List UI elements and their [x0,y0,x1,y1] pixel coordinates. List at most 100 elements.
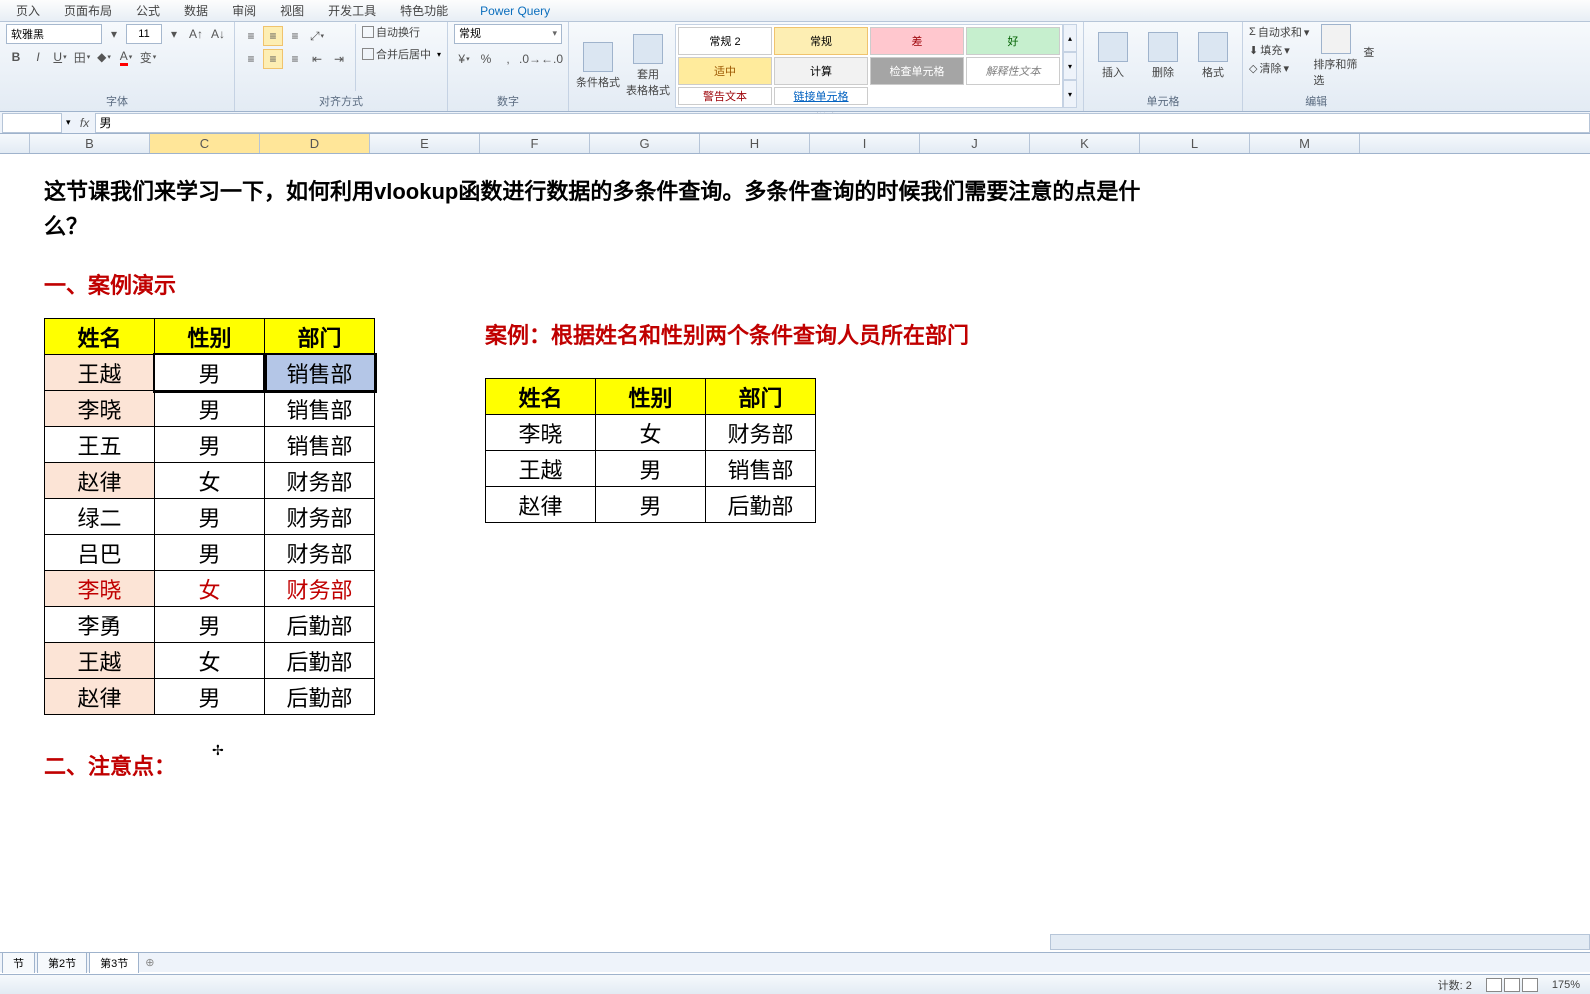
dropdown-icon[interactable]: ▾ [164,24,184,44]
cell-dept[interactable]: 后勤部 [265,607,375,643]
cell-gender[interactable]: 男 [155,535,265,571]
font-name-combo[interactable] [6,24,102,44]
cell-name[interactable]: 王越 [45,355,155,391]
cell-name[interactable]: 赵律 [486,487,596,523]
table-row[interactable]: 李晓男销售部 [45,391,375,427]
cell-gender[interactable]: 女 [155,643,265,679]
cell-styles-gallery[interactable]: 常规 2 常规 差 好 适中 计算 检查单元格 解释性文本 警告文本 链接单元格 [675,24,1063,108]
table-row[interactable]: 王越男销售部 [486,451,816,487]
indent-right-icon[interactable]: ⇥ [329,49,349,69]
table-row[interactable]: 吕巴男财务部 [45,535,375,571]
col-header[interactable]: B [30,134,150,153]
style-swatch[interactable]: 好 [966,27,1060,55]
cell-name[interactable]: 吕巴 [45,535,155,571]
insert-button[interactable]: 插入 [1090,24,1136,88]
find-button[interactable]: 查 [1363,24,1383,60]
style-swatch[interactable]: 链接单元格 [774,87,868,105]
table-row[interactable]: 李晓女财务部 [486,415,816,451]
cell-dept[interactable]: 财务部 [706,415,816,451]
table-header[interactable]: 性别 [596,379,706,415]
cell-gender[interactable]: 男 [155,427,265,463]
cell-name[interactable]: 王五 [45,427,155,463]
col-header[interactable]: D [260,134,370,153]
table-header[interactable]: 部门 [706,379,816,415]
cell-dept[interactable]: 财务部 [265,463,375,499]
cell-gender[interactable]: 女 [596,415,706,451]
cell-name[interactable]: 李勇 [45,607,155,643]
decrease-font-icon[interactable]: A↓ [208,24,228,44]
table-header[interactable]: 部门 [265,319,375,355]
number-format-combo[interactable]: 常规 [454,24,562,44]
comma-icon[interactable]: , [498,49,518,69]
table-row[interactable]: 李晓女财务部 [45,571,375,607]
menu-item[interactable]: 页面布局 [52,2,124,19]
align-left-icon[interactable]: ≡ [241,49,261,69]
cell-name[interactable]: 李晓 [45,571,155,607]
percent-icon[interactable]: % [476,49,496,69]
cell-gender[interactable]: 男 [155,391,265,427]
col-header[interactable]: J [920,134,1030,153]
menu-item[interactable]: 特色功能 [388,2,460,19]
align-center-icon[interactable]: ≡ [263,49,283,69]
table-header[interactable]: 姓名 [486,379,596,415]
cell-dept[interactable]: 销售部 [265,391,375,427]
cell-dept[interactable]: 财务部 [265,571,375,607]
formula-input[interactable]: 男 [95,113,1590,133]
fill-color-button[interactable]: ◆▾ [94,47,114,67]
table-row[interactable]: 李勇男后勤部 [45,607,375,643]
menu-item[interactable]: 视图 [268,2,316,19]
style-swatch[interactable]: 警告文本 [678,87,772,105]
cell-dept[interactable]: 后勤部 [265,643,375,679]
cell-gender[interactable]: 女 [155,571,265,607]
increase-decimal-icon[interactable]: .0→ [520,49,540,69]
border-button[interactable]: 田▾ [72,47,92,67]
col-header[interactable]: I [810,134,920,153]
table-row[interactable]: 赵律女财务部 [45,463,375,499]
sort-filter-button[interactable]: 排序和筛选 [1313,24,1359,88]
table-row[interactable]: 王越女后勤部 [45,643,375,679]
cell-dept[interactable]: 销售部 [265,427,375,463]
new-sheet-icon[interactable]: ⊕ [145,956,154,969]
col-header[interactable]: C [150,134,260,153]
cell-name[interactable]: 赵律 [45,463,155,499]
style-swatch[interactable]: 计算 [774,57,868,85]
style-swatch[interactable]: 常规 [774,27,868,55]
horizontal-scrollbar[interactable] [1050,934,1590,950]
style-swatch[interactable]: 检查单元格 [870,57,964,85]
style-swatch[interactable]: 差 [870,27,964,55]
cell-dept[interactable]: 财务部 [265,499,375,535]
cell-name[interactable]: 李晓 [45,391,155,427]
align-bottom-icon[interactable]: ≡ [285,26,305,46]
menu-item[interactable]: 开发工具 [316,2,388,19]
autosum-button[interactable]: Σ 自动求和 ▾ [1249,24,1309,40]
sheet-tab[interactable]: 第2节 [37,952,87,973]
sheet-tab[interactable]: 第3节 [89,952,139,973]
cell-dept[interactable]: 财务部 [265,535,375,571]
decrease-decimal-icon[interactable]: ←.0 [542,49,562,69]
menu-item[interactable]: 公式 [124,2,172,19]
menu-item[interactable]: 数据 [172,2,220,19]
view-switcher[interactable] [1486,978,1538,992]
delete-button[interactable]: 删除 [1140,24,1186,88]
font-size-combo[interactable] [126,24,162,44]
style-swatch[interactable]: 解释性文本 [966,57,1060,85]
format-button[interactable]: 格式 [1190,24,1236,88]
wrap-text-button[interactable]: 自动换行 [362,24,441,40]
format-as-table-button[interactable]: 套用 表格格式 [625,34,671,98]
cell-dept[interactable]: 销售部 [265,355,375,391]
align-right-icon[interactable]: ≡ [285,49,305,69]
lookup-table[interactable]: 姓名性别部门李晓女财务部王越男销售部赵律男后勤部 [485,378,816,523]
cell-gender[interactable]: 男 [155,499,265,535]
table-row[interactable]: 王五男销售部 [45,427,375,463]
col-header[interactable]: E [370,134,480,153]
col-header[interactable]: G [590,134,700,153]
table-row[interactable]: 赵律男后勤部 [486,487,816,523]
cell-name[interactable]: 赵律 [45,679,155,715]
cell-name[interactable]: 王越 [486,451,596,487]
cell-gender[interactable]: 男 [155,607,265,643]
cell-gender[interactable]: 男 [596,451,706,487]
cell-gender[interactable]: 女 [155,463,265,499]
col-header[interactable]: F [480,134,590,153]
col-header[interactable]: L [1140,134,1250,153]
cell-name[interactable]: 王越 [45,643,155,679]
